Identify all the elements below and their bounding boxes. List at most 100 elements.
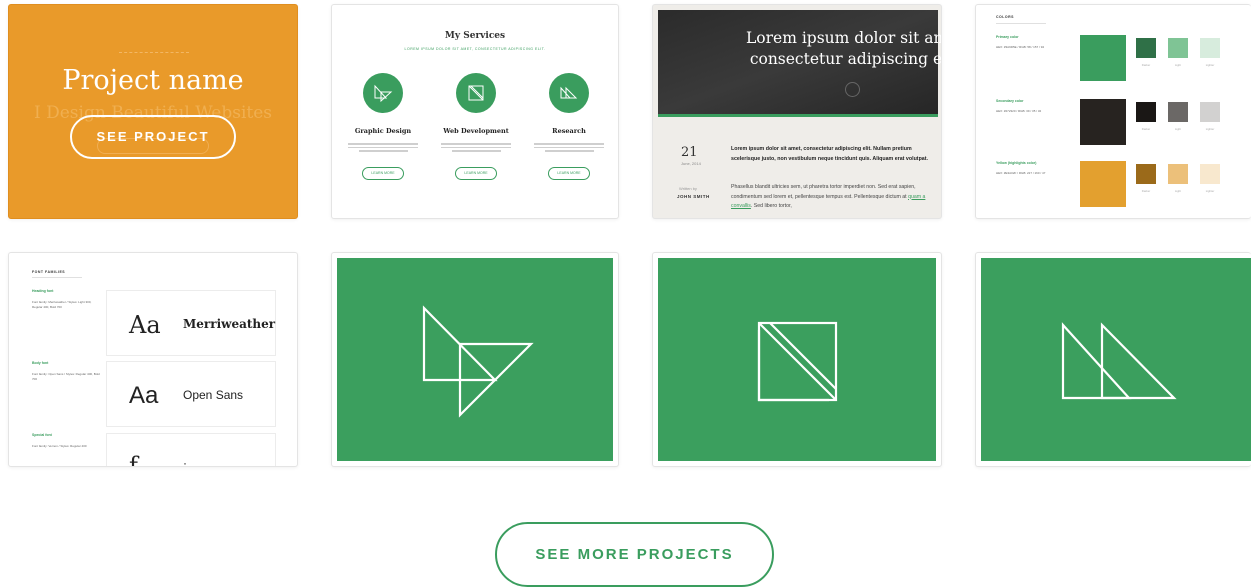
research-icon — [1061, 322, 1177, 400]
color-row-highlight: Yellow (highlights color) HEX: #E3A02F /… — [976, 161, 1251, 218]
project-card-graphic-design[interactable] — [331, 252, 619, 467]
font-sample-aa: ƒ — [129, 452, 138, 467]
service-name: Research — [552, 127, 586, 135]
project-name: Project name — [62, 65, 244, 96]
post-lead: Lorem ipsum dolor sit amet, consectetur … — [731, 146, 928, 162]
font-label: Heading font — [32, 289, 54, 293]
blog-heading-line-1: Lorem ipsum dolor sit am — [746, 29, 942, 47]
color-spec: HEX: #272320 / RGB: 39 / 35 / 32 — [996, 109, 1042, 113]
color-swatch — [1200, 38, 1220, 58]
services-subtitle: LOREM IPSUM DOLOR SIT AMET, CONSECTETUR … — [404, 47, 546, 51]
post-body-text-end: . Sed libero tortor, — [750, 203, 792, 209]
color-swatch — [1136, 38, 1156, 58]
see-project-button[interactable]: SEE PROJECT — [70, 115, 236, 159]
graphic-design-icon — [422, 305, 534, 418]
color-swatch — [1136, 102, 1156, 122]
learn-more-button[interactable]: LEARN MORE — [455, 167, 497, 180]
service-description — [441, 143, 511, 157]
web-development-icon — [456, 73, 496, 113]
learn-more-button[interactable]: LEARN MORE — [362, 167, 404, 180]
swatch-label: Lighter — [1205, 189, 1215, 193]
font-spec: Font family: Vernon / Styles: Regular 40… — [32, 444, 87, 448]
post-month: June, 2014 — [681, 161, 701, 166]
author-name: JOHN SMITH — [677, 194, 710, 199]
font-spec: Font family: Merriweather / Styles: Ligh… — [32, 300, 92, 309]
fonts-header: FONT FAMILIES — [32, 270, 66, 274]
project-card-colors[interactable]: COLORS Primary color HEX: #3A9D5E / RGB:… — [975, 4, 1251, 219]
font-sample-open-sans: Aa Open Sans — [106, 361, 276, 427]
color-swatch-main — [1080, 35, 1126, 81]
post-body: Phasellus blandit ultricies sem, ut phar… — [731, 183, 935, 212]
font-sample-name: · — [183, 456, 187, 467]
service-graphic-design: Graphic Design LEARN MORE — [338, 73, 428, 180]
font-sample-special: ƒ · — [106, 433, 276, 467]
faded-divider — [119, 52, 189, 53]
color-swatch-main — [1080, 99, 1126, 145]
accent-bar — [658, 114, 938, 117]
blog-heading: Lorem ipsum dolor sit am consectetur adi… — [746, 28, 942, 70]
color-label: Yellow (highlights color) — [996, 161, 1037, 165]
post-day: 21 — [681, 145, 698, 160]
swatch-label: Light — [1174, 63, 1182, 67]
card-background — [658, 258, 936, 461]
color-swatch — [1136, 164, 1156, 184]
service-description — [348, 143, 418, 157]
color-spec: HEX: #3A9D5E / RGB: 58 / 157 / 94 — [996, 45, 1045, 49]
research-icon — [549, 73, 589, 113]
card-background — [981, 258, 1251, 461]
chevron-down-icon — [845, 82, 860, 97]
project-card-web-development[interactable] — [652, 252, 942, 467]
service-name: Graphic Design — [354, 127, 412, 135]
font-sample-aa: Aa — [129, 311, 161, 339]
project-card-blog[interactable]: Lorem ipsum dolor sit am consectetur adi… — [652, 4, 942, 219]
color-swatch — [1168, 164, 1188, 184]
learn-more-button[interactable]: LEARN MORE — [548, 167, 590, 180]
web-development-icon — [757, 321, 838, 402]
font-sample-name: Merriweather — [183, 317, 276, 331]
font-sample-merriweather: Aa Merriweather — [106, 290, 276, 356]
swatch-label: Darker — [1141, 127, 1151, 131]
swatch-label: Light — [1174, 127, 1182, 131]
services-title: My Services — [444, 31, 506, 41]
project-card-fonts[interactable]: FONT FAMILIES Heading font Font family: … — [8, 252, 298, 467]
color-spec: HEX: #E3A02F / RGB: 227 / 160 / 47 — [996, 171, 1046, 175]
colors-header: COLORS — [996, 15, 1014, 19]
font-section-special: Special font Font family: Vernon / Style… — [32, 433, 102, 449]
color-swatch — [1168, 38, 1188, 58]
project-card-research[interactable] — [975, 252, 1251, 467]
swatch-label: Light — [1174, 189, 1182, 193]
swatch-label: Lighter — [1205, 63, 1215, 67]
service-description — [534, 143, 604, 157]
blog-hero: Lorem ipsum dolor sit am consectetur adi… — [658, 10, 941, 114]
graphic-design-icon — [363, 73, 403, 113]
color-swatch — [1200, 102, 1220, 122]
color-swatch — [1200, 164, 1220, 184]
font-section-body: Body font Font family: Open Sans / Style… — [32, 361, 102, 381]
service-web-development: Web Development LEARN MORE — [431, 73, 521, 180]
font-section-heading: Heading font Font family: Merriweather /… — [32, 289, 102, 309]
swatch-label: Darker — [1141, 189, 1151, 193]
project-card-hover[interactable]: I Design Beautiful Websites Project name… — [8, 4, 298, 219]
color-swatch-main — [1080, 161, 1126, 207]
see-more-projects-button[interactable]: SEE MORE PROJECTS — [495, 522, 774, 587]
font-sample-aa: Aa — [129, 382, 159, 409]
header-divider — [996, 23, 1046, 24]
header-divider — [32, 277, 82, 278]
card-background — [337, 258, 613, 461]
swatch-label: Darker — [1141, 63, 1151, 67]
color-label: Primary color — [996, 35, 1019, 39]
font-spec: Font family: Open Sans / Styles: Regular… — [32, 372, 100, 381]
color-swatch — [1168, 102, 1188, 122]
service-name: Web Development — [443, 127, 509, 135]
written-by-label: Written by — [679, 186, 697, 191]
service-research: Research LEARN MORE — [524, 73, 614, 180]
font-sample-name: Open Sans — [183, 388, 244, 402]
color-row-secondary: Secondary color HEX: #272320 / RGB: 39 /… — [976, 99, 1251, 159]
font-label: Body font — [32, 361, 49, 365]
post-body-text: Phasellus blandit ultricies sem, ut phar… — [731, 184, 916, 200]
project-card-services[interactable]: My Services LOREM IPSUM DOLOR SIT AMET, … — [331, 4, 619, 219]
color-label: Secondary color — [996, 99, 1024, 103]
color-row-primary: Primary color HEX: #3A9D5E / RGB: 58 / 1… — [976, 35, 1251, 95]
swatch-label: Lighter — [1205, 127, 1215, 131]
blog-heading-line-2: consectetur adipiscing e — [749, 50, 942, 68]
